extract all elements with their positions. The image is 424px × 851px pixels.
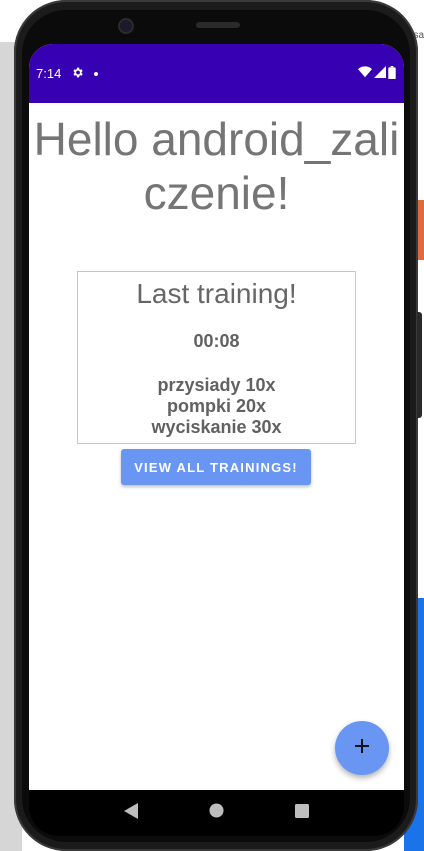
desktop-accent-strip: [418, 200, 424, 260]
exercise-item: wyciskanie 30x: [151, 417, 282, 437]
front-camera: [118, 18, 134, 34]
card-title: Last training!: [136, 278, 297, 309]
back-icon[interactable]: [124, 802, 139, 824]
recents-icon[interactable]: [294, 803, 309, 823]
exercise-item: pompki 20x: [166, 396, 267, 416]
training-duration: 00:08: [193, 331, 240, 351]
view-all-trainings-button[interactable]: VIEW ALL TRAININGS!: [121, 449, 311, 485]
last-training-card[interactable]: Last training! 00:08 przysiady 10x pompk…: [77, 271, 356, 444]
power-button[interactable]: [417, 312, 422, 418]
add-training-fab[interactable]: [335, 721, 389, 775]
plus-icon: [354, 738, 370, 759]
home-icon[interactable]: [209, 803, 224, 823]
earpiece-speaker: [196, 22, 240, 28]
exercise-item: przysiady 10x: [157, 375, 276, 395]
navigation-bar: [29, 790, 404, 836]
